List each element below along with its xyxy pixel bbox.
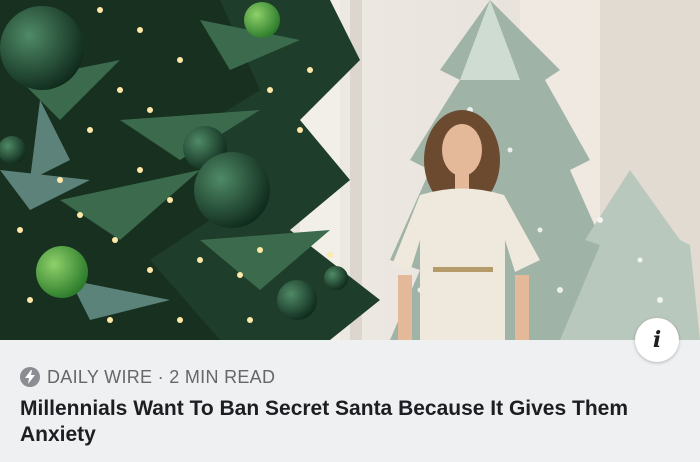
- info-icon: i: [652, 327, 662, 353]
- source-name: DAILY WIRE: [47, 366, 153, 387]
- article-hero-image[interactable]: [0, 0, 700, 340]
- article-headline[interactable]: Millennials Want To Ban Secret Santa Bec…: [20, 396, 670, 448]
- meta-separator: ·: [152, 366, 170, 387]
- read-time: 2 MIN READ: [169, 366, 276, 387]
- lightning-bolt-icon: [20, 367, 40, 387]
- article-meta: DAILY WIRE · 2 MIN READ: [20, 366, 275, 388]
- link-preview-card[interactable]: i DAILY WIRE · 2 MIN READ Millennials Wa…: [0, 0, 700, 462]
- hero-illustration: [0, 0, 700, 340]
- info-button[interactable]: i: [635, 318, 679, 362]
